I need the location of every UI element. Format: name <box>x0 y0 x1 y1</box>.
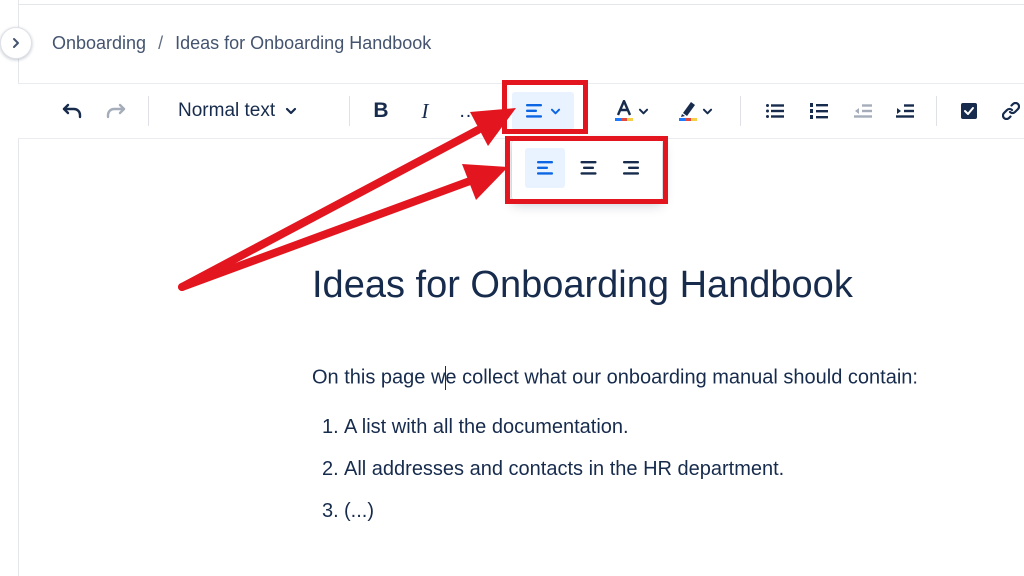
list-item-text: All addresses and contacts in the HR dep… <box>344 458 785 480</box>
list-item[interactable]: 1. A list with all the documentation. <box>322 416 784 458</box>
list-number: 1. <box>322 416 339 438</box>
list-item-text: A list with all the documentation. <box>344 416 629 438</box>
list-item[interactable]: 3. (...) <box>322 500 784 542</box>
paragraph-text-end: e collect what our onboarding manual sho… <box>445 366 918 389</box>
list-item[interactable]: 2. All addresses and contacts in the HR d… <box>322 458 784 500</box>
list-number: 3. <box>322 500 339 522</box>
annotation-arrow <box>178 108 516 291</box>
list-item-text: (...) <box>344 500 374 522</box>
numbered-list[interactable]: 1. A list with all the documentation. 2. A… <box>322 416 784 542</box>
page-title[interactable]: Ideas for Onboarding Handbook <box>312 264 853 307</box>
paragraph-text-start: On this page w <box>312 366 446 389</box>
list-number: 2. <box>322 458 339 480</box>
paragraph[interactable]: On this page we collect what our onboard… <box>312 366 918 390</box>
